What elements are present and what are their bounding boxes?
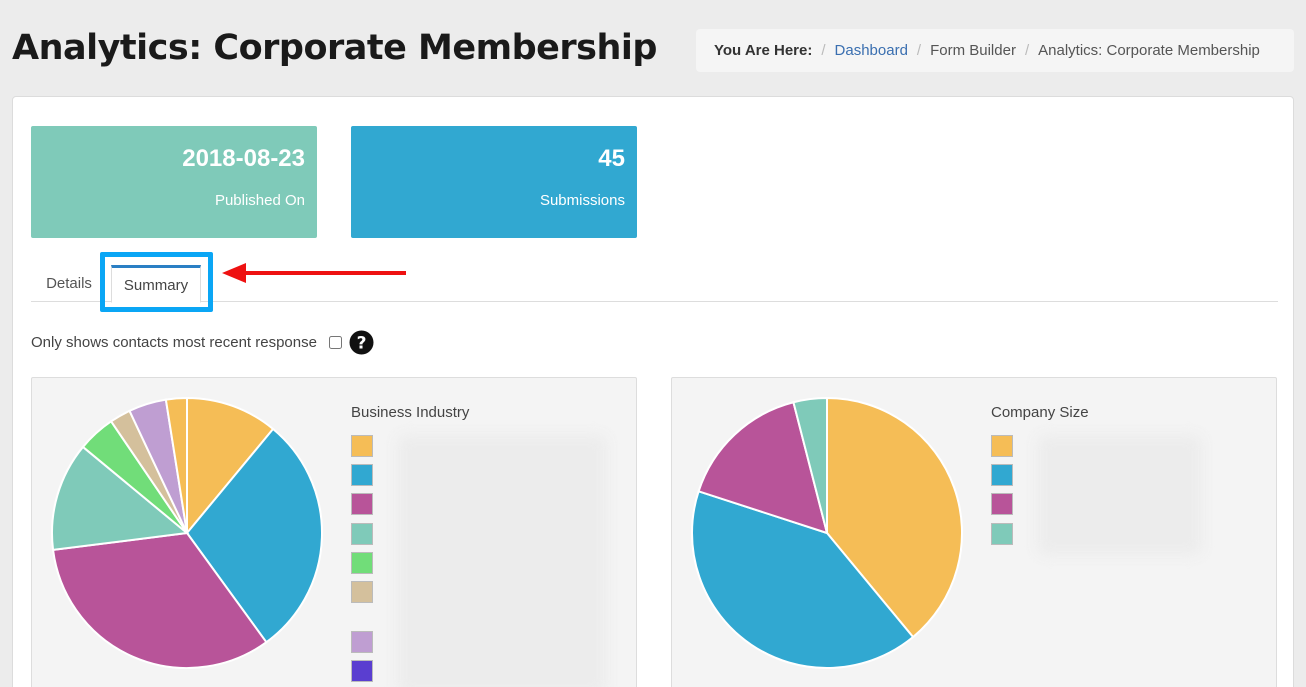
legend-swatch bbox=[991, 523, 1013, 545]
published-on-value: 2018-08-23 bbox=[182, 145, 305, 172]
company-size-pie bbox=[691, 396, 963, 669]
breadcrumb-separator: / bbox=[821, 42, 826, 59]
submissions-label: Submissions bbox=[539, 192, 625, 209]
recent-response-checkbox[interactable] bbox=[328, 336, 342, 349]
company-size-legend-title: Company Size bbox=[991, 404, 1089, 421]
redacted-legend-labels bbox=[397, 435, 607, 687]
legend-swatch bbox=[351, 464, 373, 486]
breadcrumb-separator: / bbox=[1024, 42, 1030, 59]
legend-swatch bbox=[351, 435, 373, 457]
legend-swatch bbox=[991, 464, 1013, 486]
breadcrumb-separator: / bbox=[916, 42, 922, 59]
breadcrumb-label: You Are Here: bbox=[714, 42, 813, 59]
business-industry-pie bbox=[51, 396, 323, 669]
breadcrumb-dashboard-link[interactable]: Dashboard bbox=[835, 42, 908, 59]
legend-swatch bbox=[351, 552, 373, 574]
submissions-value: 45 bbox=[598, 145, 625, 172]
tab-bar: Details Summary bbox=[31, 265, 1278, 303]
company-size-chart: Company Size bbox=[671, 377, 1277, 687]
recent-response-label: Only shows contacts most recent response bbox=[31, 334, 317, 351]
page-title: Analytics: Corporate Membership bbox=[12, 28, 657, 68]
question-circle-icon[interactable]: ? bbox=[349, 330, 374, 355]
legend-swatch bbox=[351, 493, 373, 515]
annotation-arrow bbox=[222, 263, 406, 283]
submissions-card: 45 Submissions bbox=[351, 126, 637, 238]
published-on-card: 2018-08-23 Published On bbox=[31, 126, 317, 238]
legend-swatch bbox=[351, 631, 373, 653]
tab-details[interactable]: Details bbox=[31, 265, 107, 302]
redacted-legend-labels bbox=[1037, 435, 1202, 555]
breadcrumb: You Are Here: / Dashboard / Form Builder… bbox=[696, 29, 1294, 72]
legend-swatch bbox=[351, 660, 373, 682]
published-on-label: Published On bbox=[214, 192, 305, 209]
legend-swatch bbox=[991, 493, 1013, 515]
legend-swatch bbox=[351, 581, 373, 603]
business-industry-chart: Business Industry bbox=[31, 377, 637, 687]
svg-text:?: ? bbox=[357, 334, 367, 354]
tab-summary[interactable]: Summary bbox=[111, 265, 201, 303]
breadcrumb-current: Analytics: Corporate Membership bbox=[1038, 42, 1260, 59]
legend-swatch bbox=[991, 435, 1013, 457]
business-industry-legend-title: Business Industry bbox=[351, 404, 470, 421]
recent-response-filter: Only shows contacts most recent response… bbox=[31, 330, 374, 355]
legend-swatch bbox=[351, 523, 373, 545]
analytics-panel: 2018-08-23 Published On 45 Submissions D… bbox=[12, 96, 1294, 687]
breadcrumb-form-builder: Form Builder bbox=[930, 42, 1016, 59]
